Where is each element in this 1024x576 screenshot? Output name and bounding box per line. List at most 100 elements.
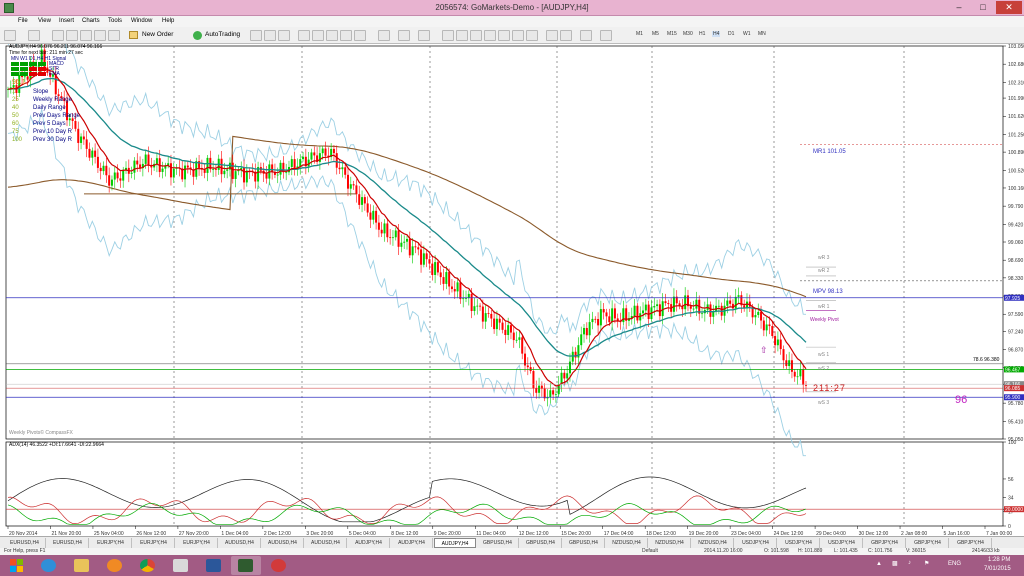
new-chart-icon[interactable] [4, 30, 16, 41]
arrows-icon[interactable] [580, 30, 592, 41]
maximize-button[interactable]: □ [972, 1, 994, 14]
chart-tab[interactable]: AUDJPY,H4 [391, 538, 433, 548]
clock-time[interactable]: 1:28 PM [988, 557, 1010, 563]
text-label-icon[interactable] [560, 30, 572, 41]
language-indicator[interactable]: ENG [948, 561, 961, 567]
chart-tab[interactable]: GBPUSD,H4 [563, 538, 605, 548]
chart-tab[interactable]: AUDJPY,H4 [348, 538, 390, 548]
horizontal-line-icon[interactable] [484, 30, 496, 41]
legend-number: 75 [12, 129, 19, 135]
chart-tab[interactable]: USDJPY,H4 [735, 538, 777, 548]
taskbar-calculator[interactable] [166, 556, 196, 575]
taskbar-chrome[interactable] [133, 556, 163, 575]
market-watch-icon[interactable] [52, 30, 64, 41]
candle-body [332, 148, 335, 154]
chart-tab[interactable]: EURJPY,H4 [133, 538, 175, 548]
menu-insert[interactable]: Insert [59, 18, 74, 24]
timeframe-d1[interactable]: D1 [728, 31, 734, 37]
chart-tab[interactable]: NZDUSD,H4 [649, 538, 691, 548]
chart-tab[interactable]: EURUSD,H4 [4, 538, 46, 548]
legend-label: Prev 10 Day R [33, 129, 73, 135]
chart-tab[interactable]: NZDUSD,H4 [606, 538, 648, 548]
minimize-button[interactable]: – [948, 1, 970, 14]
vertical-line-icon[interactable] [470, 30, 482, 41]
taskbar-ie[interactable] [34, 556, 64, 575]
tile-windows-icon[interactable] [326, 30, 338, 41]
chart-tab[interactable]: AUDUSD,H4 [219, 538, 261, 548]
close-button[interactable]: ✕ [996, 1, 1022, 14]
chart-tab[interactable]: GBPJPY,H4 [907, 538, 949, 548]
autotrading-button[interactable]: AutoTrading [192, 30, 242, 41]
periods-icon[interactable] [398, 30, 410, 41]
candle-body [507, 325, 510, 335]
autoscroll-icon[interactable] [354, 30, 366, 41]
chart-window[interactable]: 103.050 102.680 102.310 101.990 101.620 101.2… [0, 44, 1024, 568]
taskbar-media[interactable] [100, 556, 130, 575]
trendline-icon[interactable] [498, 30, 510, 41]
properties-icon[interactable] [600, 30, 612, 41]
timeframe-mn[interactable]: MN [758, 31, 766, 37]
taskbar-word[interactable] [199, 556, 229, 575]
cursor-icon[interactable] [442, 30, 454, 41]
chart-tab[interactable]: GBPUSD,H4 [520, 538, 562, 548]
chart-tab[interactable]: AUDUSD,H4 [262, 538, 304, 548]
tray-arrow-icon[interactable]: ▲ [876, 561, 882, 567]
text-icon[interactable] [546, 30, 558, 41]
media-player-icon [107, 559, 122, 572]
clock-date[interactable]: 7/01/2015 [984, 566, 1011, 572]
chart-tab[interactable]: USDJPY,H4 [821, 538, 863, 548]
taskbar-charting[interactable] [264, 556, 294, 575]
timeframe-w1[interactable]: W1 [743, 31, 751, 37]
menu-help[interactable]: Help [162, 18, 174, 24]
candle-body [220, 158, 223, 175]
templates-icon[interactable] [418, 30, 430, 41]
chart-tab[interactable]: AUDJPY,H4 [434, 538, 476, 548]
start-button[interactable] [2, 556, 32, 575]
chart-shift-icon[interactable] [340, 30, 352, 41]
zoom-out-icon[interactable] [312, 30, 324, 41]
chart-tab[interactable]: EURJPY,H4 [176, 538, 218, 548]
tester-icon[interactable] [108, 30, 120, 41]
chart-tab[interactable]: GBPUSD,H4 [477, 538, 519, 548]
channel-icon[interactable] [512, 30, 524, 41]
bar-chart-icon[interactable] [250, 30, 262, 41]
terminal-icon[interactable] [94, 30, 106, 41]
menu-tools[interactable]: Tools [108, 18, 122, 24]
timeframe-m30[interactable]: M30 [683, 31, 693, 37]
menu-charts[interactable]: Charts [82, 18, 100, 24]
chart-tab[interactable]: EURJPY,H4 [90, 538, 132, 548]
indicators-icon[interactable] [378, 30, 390, 41]
menu-window[interactable]: Window [131, 18, 152, 24]
candle-body [484, 313, 487, 322]
chart-tab[interactable]: AUDUSD,H4 [305, 538, 347, 548]
navigator-icon[interactable] [80, 30, 92, 41]
timeframe-m15[interactable]: M15 [667, 31, 677, 37]
chart-tab[interactable]: NZDUSD,H4 [692, 538, 734, 548]
chart-tab[interactable]: EURUSD,H4 [47, 538, 89, 548]
profiles-icon[interactable] [28, 30, 40, 41]
flag-icon[interactable]: ⚑ [924, 560, 929, 567]
data-window-icon[interactable] [66, 30, 78, 41]
timeframe-m5[interactable]: M5 [652, 31, 659, 37]
network-icon[interactable]: ▩ [892, 560, 898, 567]
price-tick-label: 97.590 [1008, 312, 1024, 318]
crosshair-icon[interactable] [456, 30, 468, 41]
zoom-in-icon[interactable] [298, 30, 310, 41]
candlestick-icon[interactable] [264, 30, 276, 41]
line-chart-icon[interactable] [278, 30, 290, 41]
menu-file[interactable]: File [18, 18, 28, 24]
fibonacci-icon[interactable] [526, 30, 538, 41]
chart-tab[interactable]: GBPJPY,H4 [864, 538, 906, 548]
chart-tab[interactable]: GBPJPY,H4 [950, 538, 992, 548]
menu-view[interactable]: View [38, 18, 51, 24]
volume-icon[interactable]: ♪ [908, 560, 911, 566]
taskbar-explorer[interactable] [67, 556, 97, 575]
price-chart[interactable]: 103.050 102.680 102.310 101.990 101.620 101.2… [0, 44, 1024, 536]
chart-tab[interactable]: USDJPY,H4 [778, 538, 820, 548]
timeframe-m1[interactable]: M1 [636, 31, 643, 37]
timeframe-h4[interactable]: H4 [712, 31, 721, 37]
timeframe-h1[interactable]: H1 [699, 31, 705, 37]
candle-body [391, 237, 394, 239]
new-order-button[interactable]: New Order [128, 30, 176, 41]
taskbar-metatrader[interactable] [231, 556, 261, 575]
